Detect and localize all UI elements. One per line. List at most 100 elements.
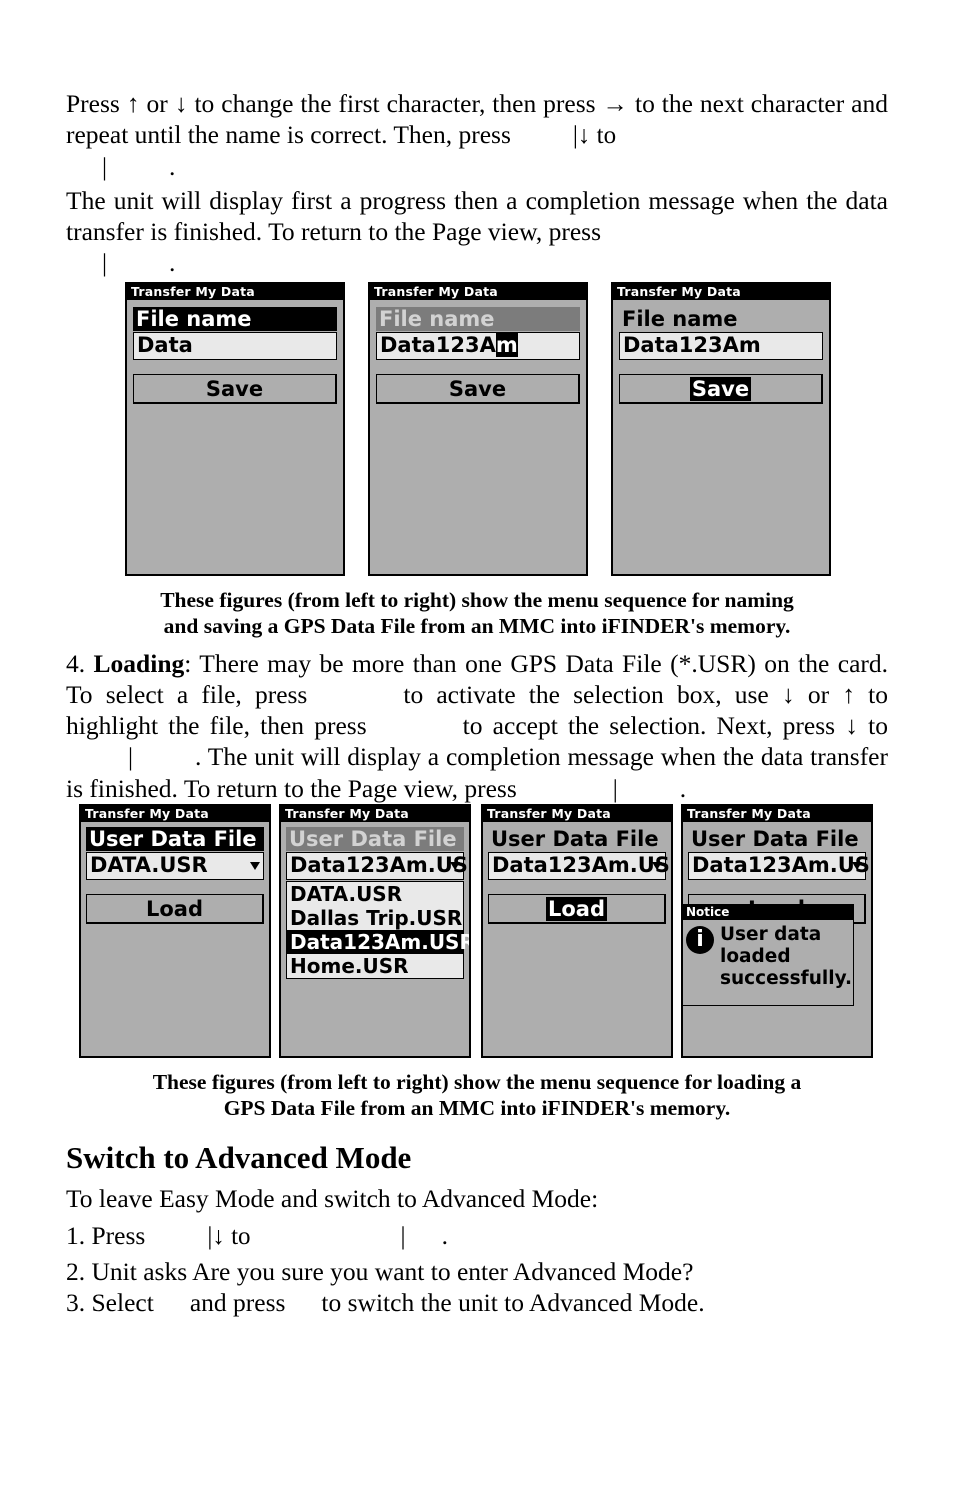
chevron-down-icon[interactable] [450,862,460,870]
paragraph-2-text: The unit will display first a progress t… [66,186,888,246]
caption-2-line-1: These figures (from left to right) show … [152,1070,802,1094]
screen-content: User Data File Data123Am.USR DATA.USR Da… [281,822,469,979]
device-screen-save-1: Transfer My Data File name Data Save [125,282,345,576]
screen-titlebar: Transfer My Data [281,806,469,822]
paragraph-1: Press ↑ or ↓ to change the first charact… [66,88,888,151]
device-screen-load-3: Transfer My Data User Data File Data123A… [481,804,673,1058]
screen-titlebar: Transfer My Data [127,284,343,300]
paragraph-loading-text-c: to accept the selection. Next, press ↓ t… [462,711,888,740]
chevron-down-icon[interactable] [652,862,662,870]
step-3-block: 3. Select and press to switch the unit to … [66,1287,888,1318]
file-name-value: Data [137,333,193,357]
save-button[interactable]: Save [376,374,580,404]
save-button[interactable]: Save [133,374,337,404]
step-3-text-c: to switch the unit to Advanced Mode. [321,1288,705,1317]
paragraph-1-period: . [169,152,176,181]
section-heading: Switch to Advanced Mode [66,1140,412,1175]
user-data-file-dropdown-list[interactable]: DATA.USR Dallas Trip.USR Data123Am.USR H… [286,881,469,979]
screen-content: File name Data123Am Save [370,300,586,404]
figure-caption-2: These figures (from left to right) show … [66,1070,888,1121]
notice-message-line-1: User data [720,924,822,945]
paragraph-2: The unit will display first a progress t… [66,185,888,247]
save-button-label: Save [689,377,752,401]
paragraph-loading-block: 4. Loading: There may be more than one G… [66,648,888,805]
loading-bold-label: Loading [93,649,185,678]
document-page: Press ↑ or ↓ to change the first charact… [0,0,954,1487]
paragraph-1-contd: |. [66,151,888,183]
device-screen-load-2: Transfer My Data User Data File Data123A… [279,804,471,1058]
section-intro: To leave Easy Mode and switch to Advance… [66,1184,599,1213]
paragraph-loading-line1: 4. Loading: There may be more than one G… [66,648,888,805]
device-screen-save-2: Transfer My Data File name Data123Am Sav… [368,282,588,576]
file-name-cursor-char: m [495,333,518,357]
paragraph-2-block: The unit will display first a progress t… [66,185,888,279]
caption-1-line-1: These figures (from left to right) show … [160,588,794,612]
file-name-input[interactable]: Data [133,332,337,360]
chevron-down-icon[interactable] [250,862,260,870]
screen-content: File name Data Save [127,300,343,404]
file-name-input[interactable]: Data123Am [619,332,823,360]
caption-2-line-2: GPS Data File from an MMC into iFINDER's… [223,1095,731,1120]
field-label-user-data-file: User Data File [86,827,264,851]
notice-title: Notice [683,905,853,920]
list-item[interactable]: Dallas Trip.USR [287,906,463,930]
screen-content: User Data File Data123Am.USR Load Notice… [683,822,871,1006]
screen-content: File name Data123Am Save [613,300,829,404]
user-data-file-value: DATA.USR [90,853,208,877]
screen-titlebar: Transfer My Data [683,806,871,822]
field-label-user-data-file: User Data File [491,827,659,851]
paragraph-loading-text-e: . The unit will display a completion mes… [66,742,888,803]
user-data-file-select[interactable]: DATA.USR [86,852,264,880]
list-item[interactable]: Home.USR [287,954,463,978]
device-screen-save-3: Transfer My Data File name Data123Am Sav… [611,282,831,576]
step-1-block: 1. Press |↓ to |. [66,1220,888,1252]
chevron-down-icon[interactable] [852,862,862,870]
screen-titlebar: Transfer My Data [81,806,269,822]
paragraph-1-keys: |↓ to [572,122,617,149]
info-icon: i [686,926,714,954]
file-name-input[interactable]: Data123Am [376,332,580,360]
save-button[interactable]: Save [619,374,823,404]
file-name-value: Data123A [380,333,496,357]
field-label-file-name: File name [376,307,580,331]
figure-caption-1: These figures (from left to right) show … [66,588,888,639]
section-intro-block: To leave Easy Mode and switch to Advance… [66,1183,888,1214]
list-item-selected[interactable]: Data123Am.USR [287,930,469,954]
file-name-value: Data123Am [623,333,761,357]
step-1-label: 1. Press [66,1221,146,1250]
screen-content: User Data File Data123Am.USR Load [483,822,671,924]
user-data-file-value: Data123Am.USR [492,853,673,877]
paragraph-loading-bar-1: | [128,744,134,771]
step-3-label: 3. Select [66,1288,154,1317]
caption-1-line-2: and saving a GPS Data File from an MMC i… [163,613,791,638]
notice-body: i User data loaded successfully. [683,920,853,994]
user-data-file-value: Data123Am.USR [290,853,471,877]
device-screen-load-1: Transfer My Data User Data File DATA.USR… [79,804,271,1058]
step-1-bar: | [400,1223,406,1250]
step-2: 2. Unit asks Are you sure you want to en… [66,1257,694,1286]
field-label-file-name: File name [133,307,337,331]
device-screen-load-4: Transfer My Data User Data File Data123A… [681,804,873,1058]
paragraph-2-contd: |. [66,247,888,279]
load-button-label: Load [545,897,607,921]
list-item[interactable]: DATA.USR [287,882,463,906]
user-data-file-select[interactable]: Data123Am.USR [688,852,871,880]
user-data-file-select[interactable]: Data123Am.USR [286,852,469,880]
paragraph-2-bar: | [102,250,108,277]
load-button[interactable]: Load [86,894,264,924]
step-3-text-b: and press [189,1288,286,1317]
notice-message-line-3: successfully. [720,968,852,989]
step-3: 3. Select and press to switch the unit to … [66,1287,888,1318]
notice-message-line-2: loaded [720,946,791,967]
section-advanced-mode: Switch to Advanced Mode [66,1140,888,1176]
paragraph-2-period: . [169,248,176,277]
paragraph-1-bar: | [102,154,108,181]
load-button[interactable]: Load [488,894,666,924]
step-2-block: 2. Unit asks Are you sure you want to en… [66,1256,888,1287]
step-1-keys: |↓ to [207,1223,251,1250]
user-data-file-select[interactable]: Data123Am.USR [488,852,671,880]
save-button-label: Save [448,377,507,401]
screen-titlebar: Transfer My Data [483,806,671,822]
notice-message: User data loaded successfully. [720,924,852,990]
field-label-user-data-file: User Data File [691,827,859,851]
